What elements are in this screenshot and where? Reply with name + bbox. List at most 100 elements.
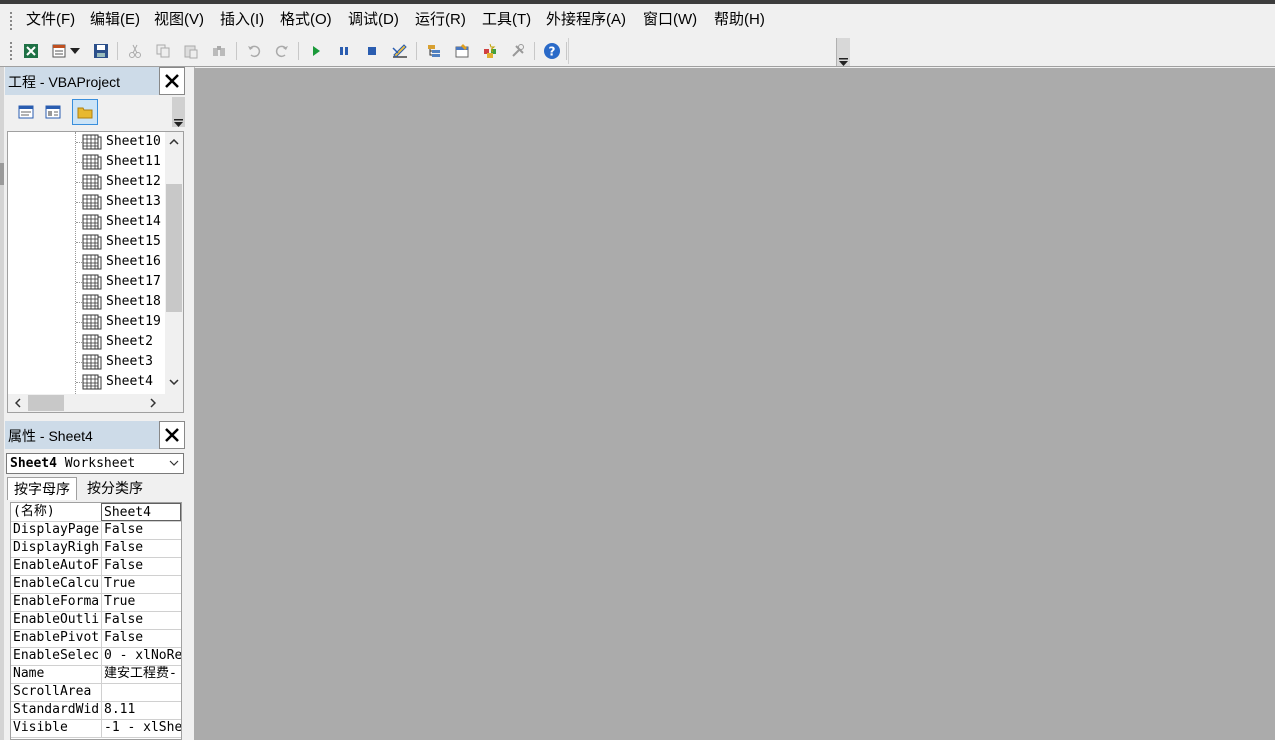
- property-row[interactable]: StandardWidth8.11: [11, 701, 181, 720]
- property-value[interactable]: False: [101, 521, 181, 539]
- property-value[interactable]: False: [101, 611, 181, 629]
- property-row[interactable]: EnableOutliningFalse: [11, 611, 181, 630]
- property-row[interactable]: ScrollArea: [11, 683, 181, 702]
- property-row[interactable]: DisplayRightToLeftFalse: [11, 539, 181, 558]
- tree-item[interactable]: Sheet12: [8, 172, 168, 192]
- property-value[interactable]: Sheet4: [101, 503, 181, 521]
- project-tree-hscroll[interactable]: [8, 394, 183, 412]
- paste-icon[interactable]: [180, 40, 202, 62]
- project-panel-close-button[interactable]: [159, 67, 185, 95]
- redo-icon[interactable]: [271, 40, 293, 62]
- property-row[interactable]: EnablePivotTableFalse: [11, 629, 181, 648]
- tab-alphabetic[interactable]: 按字母序: [7, 477, 77, 500]
- project-tree[interactable]: Sheet10 Sheet11 Sheet12 Sheet13 Sheet14 Sheet…: [7, 131, 184, 413]
- menu-debug[interactable]: 调试(D): [348, 10, 399, 30]
- scroll-down-icon[interactable]: [167, 375, 181, 389]
- scroll-up-icon[interactable]: [167, 135, 181, 149]
- property-row[interactable]: (名称) Sheet4: [11, 503, 181, 522]
- menu-run[interactable]: 运行(R): [415, 10, 466, 30]
- property-row[interactable]: Name 建安工程费-: [11, 665, 181, 684]
- insert-module-icon[interactable]: [48, 40, 70, 62]
- tree-item-label: Sheet19: [106, 314, 161, 329]
- tree-item[interactable]: Sheet3: [8, 352, 168, 372]
- property-value[interactable]: True: [101, 593, 181, 611]
- property-row[interactable]: Visible -1 - xlSheetVisible: [11, 719, 181, 738]
- property-row[interactable]: EnableSelection0 - xlNoRestrictions: [11, 647, 181, 666]
- worksheet-icon: [82, 254, 102, 273]
- toolbar-grip[interactable]: [10, 42, 12, 60]
- project-explorer-icon[interactable]: [423, 40, 445, 62]
- property-row[interactable]: DisplayPageBreaksFalse: [11, 521, 181, 540]
- tree-item[interactable]: Sheet17: [8, 272, 168, 292]
- property-value[interactable]: False: [101, 539, 181, 557]
- chevron-down-icon: [169, 460, 179, 466]
- undo-icon[interactable]: [243, 40, 265, 62]
- property-value[interactable]: 建安工程费-: [101, 665, 181, 683]
- property-value[interactable]: False: [101, 557, 181, 575]
- view-code-icon[interactable]: [13, 99, 39, 125]
- menu-edit[interactable]: 编辑(E): [90, 10, 140, 30]
- object-browser-icon[interactable]: [479, 40, 501, 62]
- view-excel-icon[interactable]: [20, 40, 42, 62]
- tree-item[interactable]: Sheet16: [8, 252, 168, 272]
- properties-panel-title-bar[interactable]: 属性 - Sheet4: [5, 421, 185, 449]
- find-icon[interactable]: [208, 40, 230, 62]
- properties-panel-close-button[interactable]: [159, 421, 185, 449]
- project-tree-vscroll[interactable]: [165, 132, 183, 394]
- scroll-right-icon[interactable]: [146, 396, 160, 410]
- property-row[interactable]: EnableAutoFilterFalse: [11, 557, 181, 576]
- hscroll-thumb[interactable]: [28, 395, 64, 411]
- property-value[interactable]: True: [101, 575, 181, 593]
- tab-categorized[interactable]: 按分类序: [81, 477, 149, 500]
- toolbar-separator: [416, 42, 417, 60]
- toolbox-icon[interactable]: [507, 40, 529, 62]
- properties-grid[interactable]: (名称)Sheet4DisplayPageBreaksFalseDisplayR…: [10, 502, 182, 740]
- property-value[interactable]: 0 - xlNoRestrictions: [101, 647, 181, 665]
- scroll-left-icon[interactable]: [11, 396, 25, 410]
- tree-item[interactable]: Sheet19: [8, 312, 168, 332]
- save-icon[interactable]: [90, 40, 112, 62]
- tree-item[interactable]: Sheet13: [8, 192, 168, 212]
- menu-addins[interactable]: 外接程序(A): [546, 10, 626, 30]
- project-panel-title-bar[interactable]: 工程 - VBAProject: [5, 67, 185, 95]
- properties-window-icon[interactable]: [451, 40, 473, 62]
- tree-item[interactable]: Sheet15: [8, 232, 168, 252]
- property-row[interactable]: EnableCalculationTrue: [11, 575, 181, 594]
- property-row[interactable]: EnableFormatConditionsCalculationTrue: [11, 593, 181, 612]
- menu-grip[interactable]: [10, 12, 12, 30]
- break-icon[interactable]: [333, 40, 355, 62]
- menu-help[interactable]: 帮助(H): [714, 10, 765, 30]
- toolbar-overflow-button[interactable]: [836, 38, 850, 66]
- tree-item[interactable]: Sheet11: [8, 152, 168, 172]
- menu-view[interactable]: 视图(V): [154, 10, 204, 30]
- menu-format[interactable]: 格式(O): [280, 10, 332, 30]
- project-toolbar-dropdown[interactable]: [172, 97, 185, 127]
- design-mode-icon[interactable]: [389, 40, 411, 62]
- run-icon[interactable]: [305, 40, 327, 62]
- view-object-icon[interactable]: [40, 99, 66, 125]
- menu-window[interactable]: 窗口(W): [643, 10, 697, 30]
- vscroll-thumb[interactable]: [166, 184, 182, 312]
- tree-item[interactable]: Sheet10: [8, 132, 168, 152]
- tree-item[interactable]: Sheet2: [8, 332, 168, 352]
- worksheet-icon: [82, 374, 102, 393]
- insert-dropdown-icon[interactable]: [68, 40, 82, 62]
- property-name: EnableFormatConditionsCalculation: [13, 594, 99, 609]
- object-select[interactable]: Sheet4 Worksheet: [6, 453, 184, 474]
- property-value[interactable]: 8.11: [101, 701, 181, 719]
- tree-item[interactable]: Sheet18: [8, 292, 168, 312]
- cut-icon[interactable]: [124, 40, 146, 62]
- toggle-folders-icon[interactable]: [72, 99, 98, 125]
- menu-file[interactable]: 文件(F): [26, 10, 75, 30]
- property-value[interactable]: False: [101, 629, 181, 647]
- property-value[interactable]: -1 - xlSheetVisible: [101, 719, 181, 737]
- property-value[interactable]: [101, 683, 181, 701]
- menu-insert[interactable]: 插入(I): [220, 10, 264, 30]
- reset-icon[interactable]: [361, 40, 383, 62]
- menu-tools[interactable]: 工具(T): [482, 10, 531, 30]
- tree-item[interactable]: Sheet4: [8, 372, 168, 392]
- copy-icon[interactable]: [152, 40, 174, 62]
- code-window-area: [194, 68, 1275, 740]
- tree-item[interactable]: Sheet14: [8, 212, 168, 232]
- help-icon[interactable]: ?: [541, 40, 563, 62]
